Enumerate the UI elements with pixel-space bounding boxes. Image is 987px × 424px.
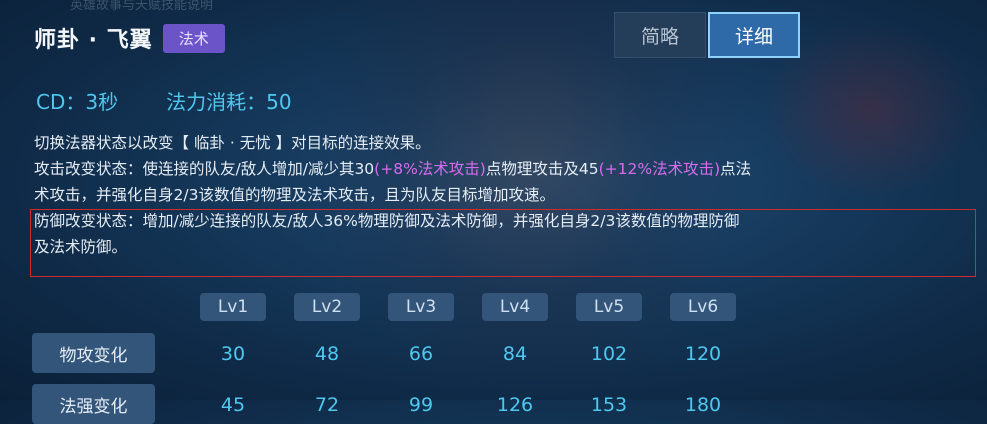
table-cell: 66 [408,343,434,365]
table-cell: 84 [502,343,528,365]
brief-mode-button[interactable]: 简略 [614,12,706,58]
table-cell: 120 [684,343,722,365]
table-cell: 99 [408,394,434,416]
table-cell: 153 [590,394,628,416]
table-cell: 45 [220,394,246,416]
skill-type-badge: 法术 [162,23,225,53]
table-cell: 102 [590,343,628,365]
table-cell: 72 [314,394,340,416]
level-header: Lv4 [482,293,548,321]
skill-stats: CD：3秒 法力消耗：50 [36,86,292,115]
mode-toggle: 简略 详细 [614,12,800,58]
description-line: 术攻击，并强化自身2/3该数值的物理及法术攻击，且为队友目标增加攻速。 [34,186,555,204]
description-line: 切换法器状态以改变【 临卦 · 无忧 】对目标的连接效果。 [34,134,431,152]
table-cell: 30 [220,343,246,365]
cooldown-text: CD：3秒 [36,90,119,114]
skill-title-row: 师卦 · 飞翼 法术 [34,22,225,54]
level-header: Lv3 [388,293,454,321]
spell-power-scaling: (+12%法术攻击) [598,160,721,178]
detail-mode-button[interactable]: 详细 [708,12,800,58]
spell-power-scaling: (+8%法术攻击) [374,160,486,178]
table-cell: 48 [314,343,340,365]
row-label-physical-attack: 物攻变化 [32,333,155,373]
annotation-highlight-box [30,209,976,277]
level-header: Lv5 [576,293,642,321]
row-label-magic-attack: 法强变化 [32,384,155,424]
level-header: Lv1 [200,293,266,321]
mana-cost-text: 法力消耗：50 [166,90,292,114]
description-line: 攻击改变状态：使连接的队友/敌人增加/减少其30(+8%法术攻击)点物理攻击及4… [34,160,752,178]
table-cell: 126 [496,394,534,416]
table-cell: 180 [684,394,722,416]
level-header: Lv2 [294,293,360,321]
faded-top-text: 英雄故事与天赋技能说明 [70,0,214,13]
level-header: Lv6 [670,293,736,321]
skill-name: 师卦 · 飞翼 [34,28,153,53]
